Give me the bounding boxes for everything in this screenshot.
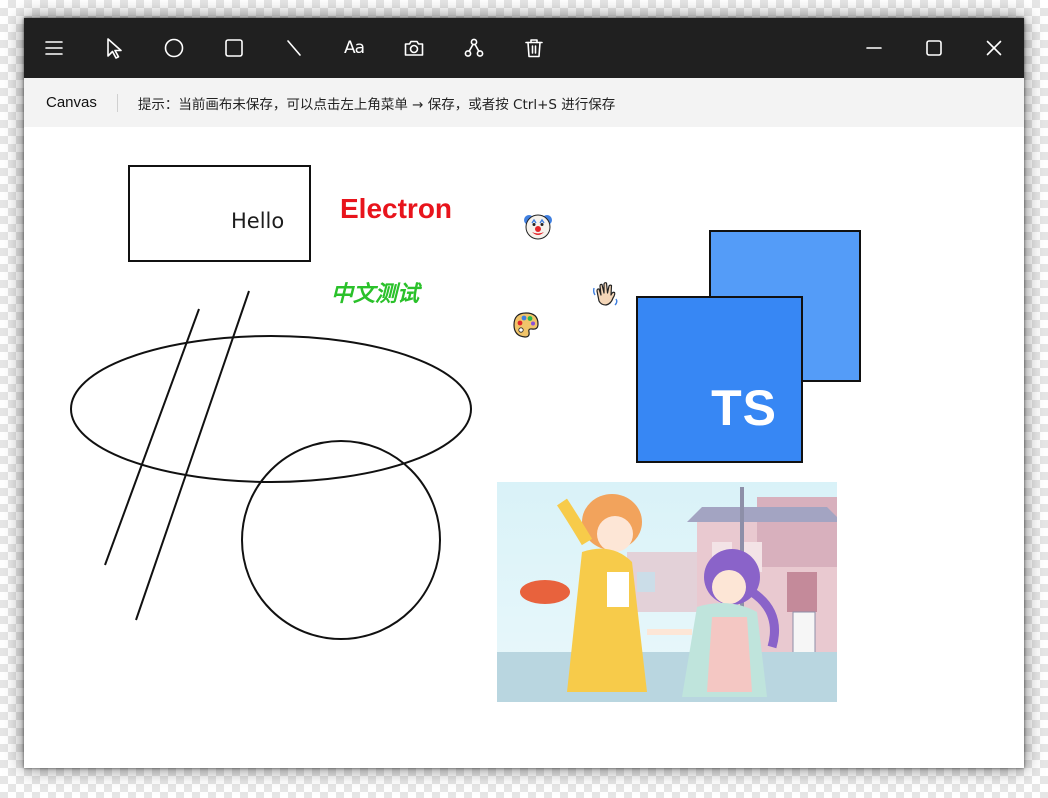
clown-emoji[interactable] [523,211,553,241]
line-shape-left[interactable] [104,308,200,566]
line-icon [287,40,301,56]
minimize-button[interactable] [854,28,894,68]
select-tool-button[interactable] [94,28,134,68]
titlebar: Aa [24,18,1024,78]
share-icon [464,38,484,57]
line-shape-right[interactable] [135,290,250,621]
delete-button[interactable] [514,28,554,68]
waving-hand-emoji[interactable] [591,279,621,309]
share-button[interactable] [454,28,494,68]
drawing-canvas[interactable]: Hello Electron 中文测试 TS [24,127,1024,768]
close-button[interactable] [974,28,1014,68]
chinese-text[interactable]: 中文测试 [331,276,419,308]
circle-icon [164,38,184,58]
circle-shape[interactable] [241,440,441,640]
text-tool-button[interactable]: Aa [334,28,374,68]
canvas-title: Canvas [46,94,97,111]
anime-illustration[interactable] [497,482,837,702]
maximize-icon [926,40,942,56]
rectangle-tool-button[interactable] [214,28,254,68]
text-icon: Aa [343,38,365,58]
trash-icon [525,39,543,58]
ts-logo-square[interactable]: TS [636,296,803,463]
hello-text[interactable]: Hello [231,209,284,233]
save-hint: 提示：当前画布未保存，可以点击左上角菜单 → 保存，或者按 Ctrl+S 进行保… [137,96,616,113]
menu-icon [45,41,63,55]
statusbar-divider [116,93,118,112]
ellipse-tool-button[interactable] [154,28,194,68]
palette-emoji[interactable] [511,310,541,340]
pointer-icon [107,38,122,59]
screenshot-button[interactable] [394,28,434,68]
rectangle-icon [225,39,243,57]
electron-text[interactable]: Electron [340,193,452,225]
close-icon [986,40,1002,56]
anime-illustration-art [497,482,837,702]
maximize-button[interactable] [914,28,954,68]
menu-button[interactable] [34,28,74,68]
line-tool-button[interactable] [274,28,314,68]
camera-icon [404,40,424,56]
statusbar: Canvas 提示：当前画布未保存，可以点击左上角菜单 → 保存，或者按 Ctr… [24,78,1024,127]
app-window: Aa Canvas 提示：当前画布未保存，可以点击左上角菜单 → 保存，或者按 … [24,18,1024,768]
ellipse-shape[interactable] [70,335,472,483]
ts-label: TS [711,380,777,436]
minimize-icon [866,47,882,49]
